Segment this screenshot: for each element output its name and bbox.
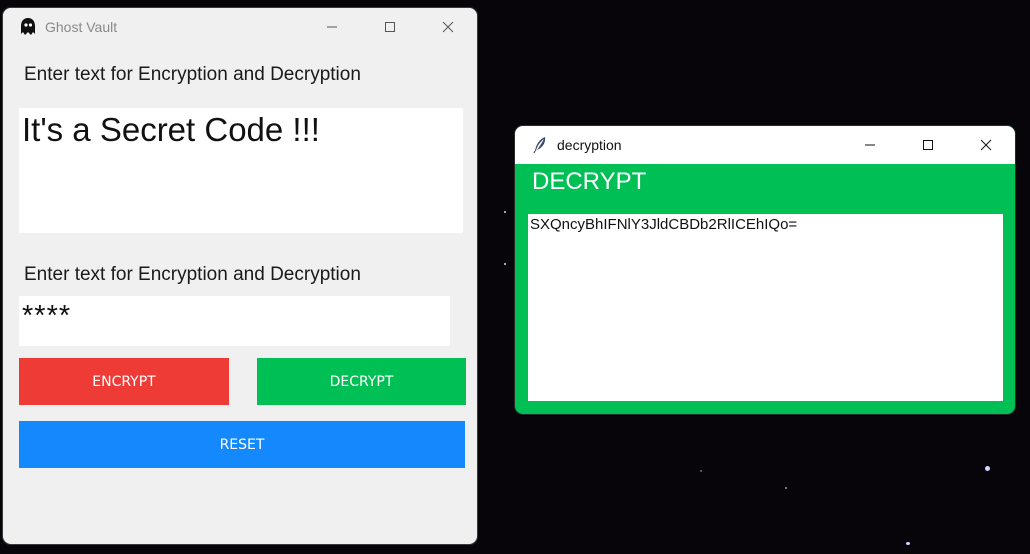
- ghost-vault-window: Ghost Vault Enter text for Encryption an…: [3, 8, 477, 544]
- maximize-icon[interactable]: [899, 126, 957, 164]
- decryption-window: decryption DECRYPT SXQncyBhIFNlY3JldCBDb…: [515, 126, 1015, 414]
- window-controls: [303, 8, 477, 46]
- encrypt-button[interactable]: ENCRYPT: [19, 358, 229, 405]
- message-textarea[interactable]: It's a Secret Code !!!: [19, 108, 463, 233]
- reset-button[interactable]: RESET: [19, 421, 465, 468]
- window-title: decryption: [557, 137, 622, 153]
- star-decoration: [785, 487, 787, 489]
- star-decoration: [906, 542, 910, 545]
- key-label: Enter text for Encryption and Decryption: [24, 264, 361, 285]
- star-decoration: [700, 470, 702, 472]
- key-input[interactable]: ****: [19, 296, 450, 346]
- minimize-icon[interactable]: [303, 8, 361, 46]
- minimize-icon[interactable]: [841, 126, 899, 164]
- close-icon[interactable]: [419, 8, 477, 46]
- decrypt-button[interactable]: DECRYPT: [257, 358, 466, 405]
- message-label: Enter text for Encryption and Decryption: [24, 64, 361, 85]
- star-decoration: [504, 211, 506, 213]
- ghost-icon: [17, 16, 39, 38]
- close-icon[interactable]: [957, 126, 1015, 164]
- title-bar[interactable]: Ghost Vault: [3, 8, 477, 46]
- feather-icon: [529, 134, 551, 156]
- star-decoration: [985, 466, 990, 471]
- star-decoration: [504, 263, 506, 265]
- title-bar[interactable]: decryption: [515, 126, 1015, 164]
- decrypt-heading: DECRYPT: [532, 168, 647, 195]
- window-controls: [841, 126, 1015, 164]
- maximize-icon[interactable]: [361, 8, 419, 46]
- decrypt-output-textarea[interactable]: SXQncyBhIFNlY3JldCBDb2RlICEhIQo=: [528, 214, 1003, 401]
- window-title: Ghost Vault: [45, 19, 118, 35]
